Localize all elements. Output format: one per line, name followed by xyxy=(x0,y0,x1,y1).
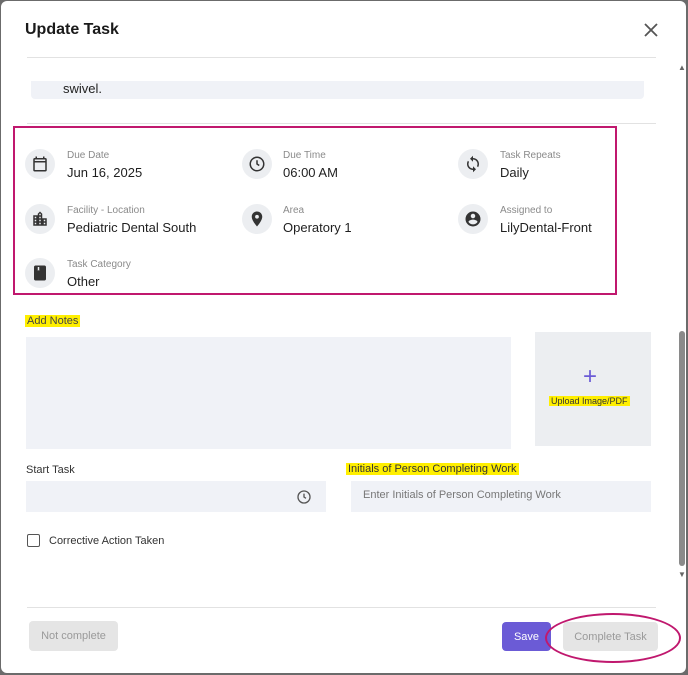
building-icon xyxy=(25,204,55,234)
initials-label: Initials of Person Completing Work xyxy=(346,463,519,475)
calendar-icon xyxy=(25,149,55,179)
description-text: swivel. xyxy=(63,81,103,96)
scroll-up-icon[interactable]: ▲ xyxy=(678,63,686,72)
account-icon xyxy=(458,204,488,234)
task-repeats-value: Daily xyxy=(500,165,529,180)
start-task-label: Start Task xyxy=(26,464,75,476)
description-field xyxy=(31,81,644,99)
location-pin-icon xyxy=(242,204,272,234)
area-label: Area xyxy=(283,205,305,216)
task-repeats-label: Task Repeats xyxy=(500,150,561,161)
footer-divider xyxy=(27,607,656,608)
book-icon xyxy=(25,258,55,288)
modal-title: Update Task xyxy=(25,21,119,38)
initials-placeholder: Enter Initials of Person Completing Work xyxy=(363,489,561,501)
start-task-input[interactable] xyxy=(26,481,326,512)
notes-textarea[interactable] xyxy=(26,337,511,449)
clock-icon xyxy=(242,149,272,179)
facility-label: Facility - Location xyxy=(67,205,145,216)
task-category-label: Task Category xyxy=(67,259,131,270)
assigned-to-value: LilyDental-Front xyxy=(500,220,592,235)
area-value: Operatory 1 xyxy=(283,220,352,235)
update-task-modal: Update Task swivel. Due Date Jun 16, 202… xyxy=(1,1,686,673)
plus-icon: + xyxy=(583,363,598,390)
repeat-icon xyxy=(458,149,488,179)
upload-label: Upload Image/PDF xyxy=(549,396,630,406)
scroll-down-icon[interactable]: ▼ xyxy=(678,570,686,579)
section-divider xyxy=(27,123,656,124)
save-button[interactable]: Save xyxy=(502,622,551,651)
close-icon[interactable] xyxy=(642,21,660,39)
due-date-value: Jun 16, 2025 xyxy=(67,165,143,180)
header-divider xyxy=(27,57,656,58)
corrective-action-checkbox[interactable] xyxy=(27,534,40,547)
time-picker-icon[interactable] xyxy=(296,489,312,505)
due-date-label: Due Date xyxy=(67,150,110,161)
assigned-to-label: Assigned to xyxy=(500,205,553,216)
corrective-action-label: Corrective Action Taken xyxy=(49,535,165,547)
add-notes-label: Add Notes xyxy=(25,315,81,327)
facility-value: Pediatric Dental South xyxy=(67,220,197,235)
complete-task-highlight xyxy=(545,613,681,663)
task-category-value: Other xyxy=(67,274,100,289)
due-time-label: Due Time xyxy=(283,150,326,161)
not-complete-button[interactable]: Not complete xyxy=(29,621,118,651)
due-time-value: 06:00 AM xyxy=(283,165,338,180)
scrollbar-thumb[interactable] xyxy=(679,331,685,566)
